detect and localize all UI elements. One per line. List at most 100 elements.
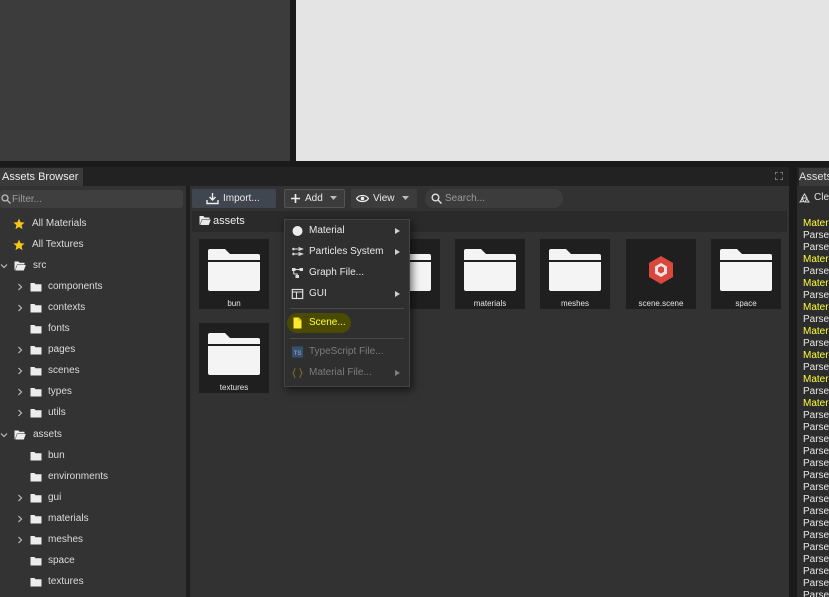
chevron-right-icon[interactable] [16, 515, 24, 523]
breadcrumb [192, 211, 787, 232]
tree-item-textures[interactable]: textures [0, 572, 184, 592]
chevron-right-icon[interactable] [16, 536, 24, 544]
add-button[interactable]: Add [284, 189, 345, 208]
console-line: Parsec [803, 266, 829, 277]
asset-tile[interactable]: meshes [540, 239, 610, 309]
tree-item-environments[interactable]: environments [0, 467, 184, 487]
import-button[interactable]: Import... [192, 189, 276, 208]
svg-text:TS: TS [294, 351, 302, 357]
breadcrumb-path[interactable]: assets [213, 211, 245, 232]
console-line: Materi [803, 398, 829, 409]
tree-item-fonts[interactable]: fonts [0, 319, 184, 339]
menu-item-label: Scene... [309, 317, 346, 328]
folder-icon [30, 283, 42, 292]
menu-item-material[interactable]: Material [285, 221, 409, 241]
menu-item-material-file[interactable]: Material File... [285, 363, 409, 383]
folder-open-icon [199, 216, 211, 225]
view-button[interactable]: View [351, 189, 417, 208]
folder-icon [549, 249, 601, 291]
search-box[interactable] [425, 189, 563, 208]
search-input[interactable] [445, 189, 557, 208]
tree-item-materials[interactable]: materials [0, 509, 184, 529]
menu-separator [290, 338, 404, 339]
console-line: Parsec [803, 314, 829, 325]
folder-icon [208, 249, 260, 291]
menu-item-label: GUI [309, 288, 327, 299]
folder-icon [208, 333, 260, 375]
tree-item-assets[interactable]: assets [0, 425, 184, 445]
filter-input[interactable] [12, 190, 177, 208]
folder-icon [30, 304, 42, 313]
folder-open-icon [14, 430, 26, 440]
console-line: Parsec [803, 554, 829, 565]
submenu-arrow-icon [395, 370, 400, 376]
asset-tile[interactable]: textures [199, 323, 269, 393]
menu-item-label: Material File... [309, 367, 372, 378]
tree-item-bun[interactable]: bun [0, 446, 184, 466]
tree-item-all-materials[interactable]: All Materials [0, 214, 184, 234]
chevron-right-icon[interactable] [16, 283, 24, 291]
panel-divider-right[interactable] [789, 167, 797, 597]
tree-item-pages[interactable]: pages [0, 340, 184, 360]
tab-assets-browser[interactable]: Assets Browser [0, 168, 84, 186]
tree-item-scenes[interactable]: scenes [0, 361, 184, 381]
typescript-icon: TS [292, 346, 303, 358]
chevron-right-icon[interactable] [16, 367, 24, 375]
console-line: Parsec [803, 290, 829, 301]
folder-icon [464, 249, 516, 291]
scene-viewport[interactable] [296, 0, 829, 161]
chevron-right-icon[interactable] [16, 409, 24, 417]
tree-item-label: gui [48, 492, 62, 503]
view-label: View [373, 193, 395, 204]
import-label: Import... [223, 193, 260, 204]
console-line: Materi [803, 326, 829, 337]
asset-tile[interactable]: bun [199, 239, 269, 309]
asset-tile[interactable]: space [711, 239, 781, 309]
chevron-right-icon[interactable] [16, 494, 24, 502]
chevron-right-icon[interactable] [16, 346, 24, 354]
folder-icon [720, 249, 772, 291]
tree-item-gui[interactable]: gui [0, 488, 184, 508]
console-line: Parsec [803, 542, 829, 553]
tree-item-types[interactable]: types [0, 382, 184, 402]
console-line: Parsec [803, 506, 829, 517]
menu-item-graph-file[interactable]: Graph File... [285, 263, 409, 283]
chevron-down-icon[interactable] [0, 431, 8, 439]
tree-item-src[interactable]: src [0, 256, 184, 276]
console-line: Parsec [803, 494, 829, 505]
chevron-down-icon[interactable] [0, 262, 8, 270]
particles-icon [292, 247, 304, 256]
chevron-right-icon[interactable] [16, 304, 24, 312]
tree-item-components[interactable]: components [0, 277, 184, 297]
tree-item-space[interactable]: space [0, 551, 184, 571]
menu-item-typescript-file[interactable]: TS TypeScript File... [285, 342, 409, 362]
clear-button[interactable]: Cle [799, 190, 829, 206]
asset-tile-label: textures [219, 383, 249, 392]
tree-item-contexts[interactable]: contexts [0, 298, 184, 318]
tree-item-all-textures[interactable]: All Textures [0, 235, 184, 255]
submenu-arrow-icon [395, 249, 400, 255]
folder-icon [30, 409, 42, 418]
tree-item-label: contexts [48, 302, 86, 313]
menu-item-gui[interactable]: GUI [285, 284, 409, 304]
console-line: Parsec [803, 338, 829, 349]
folder-icon [30, 452, 42, 461]
asset-tile-label: bun [227, 299, 241, 308]
asset-tile[interactable]: materials [455, 239, 525, 309]
console-line: Materi [803, 278, 829, 289]
maximize-icon[interactable] [775, 172, 783, 180]
tree-item-meshes[interactable]: meshes [0, 530, 184, 550]
menu-item-scene[interactable]: Scene... [285, 313, 409, 333]
menu-item-label: Material [309, 225, 345, 236]
chevron-right-icon[interactable] [16, 388, 24, 396]
submenu-arrow-icon [395, 228, 400, 234]
console-line: Parsec [803, 446, 829, 457]
console-line: Parsec [803, 386, 829, 397]
asset-tile[interactable]: scene.scene [626, 239, 696, 309]
console-line: Parsec [803, 518, 829, 529]
menu-item-particles-system[interactable]: Particles System [285, 242, 409, 262]
tree-item-utils[interactable]: utils [0, 403, 184, 423]
panel-tabbar [0, 167, 789, 186]
console-log[interactable]: MateriParsecParsecMateriParsecMateriPars… [803, 218, 829, 597]
tab-assets-console[interactable]: Assets [799, 168, 829, 186]
